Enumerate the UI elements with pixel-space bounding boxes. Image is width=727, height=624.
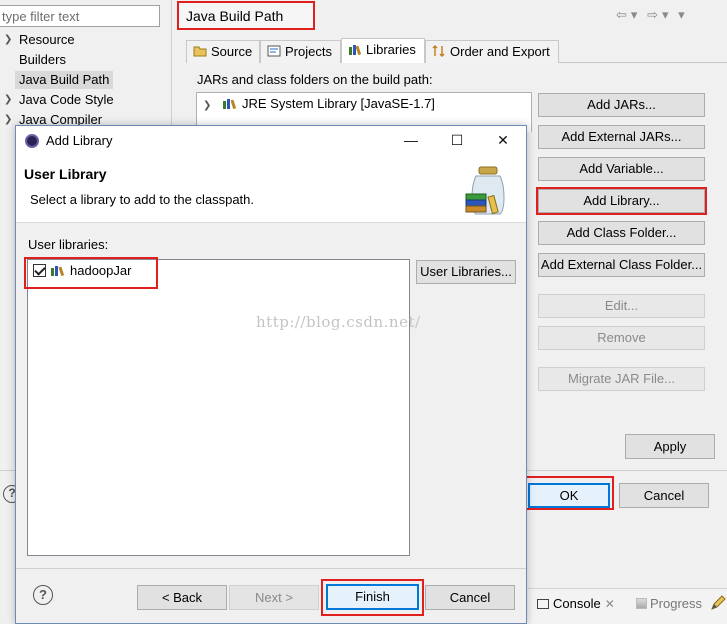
cancel-button[interactable]: Cancel [619, 483, 709, 508]
nav-item-java-build-path[interactable]: Java Build Path [0, 70, 172, 90]
dialog-header: User Library Select a library to add to … [16, 156, 526, 223]
jars-label: JARs and class folders on the build path… [197, 72, 433, 87]
migrate-jar-button[interactable]: Migrate JAR File... [538, 367, 705, 391]
cancel-button[interactable]: Cancel [425, 585, 515, 610]
nav-item-label: Java Build Path [15, 71, 114, 89]
add-jars-button[interactable]: Add JARs... [538, 93, 705, 117]
chevron-right-icon[interactable]: ❯ [4, 30, 12, 50]
dialog-title: Add Library [46, 133, 113, 148]
dialog-footer-divider [16, 568, 526, 569]
ok-button[interactable]: OK [528, 483, 610, 508]
add-variable-button[interactable]: Add Variable... [538, 157, 705, 181]
tab-label: Projects [285, 44, 332, 59]
forward-arrow-icon[interactable]: ⇨ [647, 7, 660, 22]
header-subtitle: Select a library to add to the classpath… [30, 192, 255, 207]
back-menu-icon[interactable]: ▾ [631, 7, 640, 22]
tab-label: Source [211, 44, 253, 59]
watermark-text: http://blog.csdn.net/ [256, 313, 421, 331]
tree-item-jre-system-library[interactable]: ❯ JRE System Library [JavaSE-1.7] [203, 96, 435, 111]
library-jar-icon [465, 166, 505, 215]
order-export-icon [432, 45, 445, 57]
add-library-dialog: Add Library — ☐ ✕ User Library Select a … [15, 125, 527, 624]
console-label: Console [553, 596, 601, 611]
view-menu-icon[interactable]: ▾ [678, 7, 687, 22]
library-highlight-frame [24, 257, 158, 289]
chevron-right-icon[interactable]: ❯ [4, 110, 12, 130]
next-button[interactable]: Next > [229, 585, 319, 610]
close-icon[interactable]: ✕ [605, 597, 615, 611]
history-nav: ⇦ ▾ ⇨ ▾ ▾ [616, 7, 689, 23]
console-icon [537, 599, 549, 609]
nav-item-builders[interactable]: Builders [0, 50, 172, 70]
filter-input[interactable]: type filter text [0, 5, 160, 27]
tree-item-label: JRE System Library [JavaSE-1.7] [242, 96, 435, 111]
add-external-class-folder-button[interactable]: Add External Class Folder... [538, 253, 705, 277]
tab-console[interactable]: Console ✕ [537, 596, 615, 611]
nav-item-resource[interactable]: ❯ Resource [0, 30, 172, 50]
apply-button[interactable]: Apply [625, 434, 715, 459]
chevron-right-icon[interactable]: ❯ [203, 100, 211, 111]
project-icon [267, 45, 281, 57]
tab-libraries[interactable]: Libraries [341, 38, 425, 63]
add-class-folder-button[interactable]: Add Class Folder... [538, 221, 705, 245]
pencil-icon[interactable] [710, 595, 727, 611]
library-icon [223, 99, 237, 109]
maximize-icon[interactable]: ☐ [434, 126, 480, 156]
progress-icon [636, 598, 647, 609]
tab-progress[interactable]: Progress [636, 596, 702, 611]
forward-menu-icon[interactable]: ▾ [662, 7, 671, 22]
folder-source-icon [193, 46, 207, 57]
tab-order-and-export[interactable]: Order and Export [425, 40, 559, 63]
help-icon[interactable]: ? [33, 585, 53, 605]
remove-button[interactable]: Remove [538, 326, 705, 350]
libraries-icon [349, 45, 362, 55]
edit-button[interactable]: Edit... [538, 294, 705, 318]
add-library-button[interactable]: Add Library... [536, 187, 707, 215]
tab-label: Order and Export [450, 44, 550, 59]
progress-label: Progress [650, 596, 703, 611]
close-icon[interactable]: ✕ [480, 126, 526, 156]
page-title: Java Build Path [177, 1, 315, 30]
finish-button[interactable]: Finish [326, 584, 419, 610]
chevron-right-icon[interactable]: ❯ [4, 90, 12, 110]
tab-source[interactable]: Source [186, 40, 260, 63]
dialog-titlebar[interactable]: Add Library — ☐ ✕ [16, 126, 526, 156]
nav-item-label: Resource [19, 32, 75, 47]
header-title: User Library [24, 166, 107, 182]
back-arrow-icon[interactable]: ⇦ [616, 7, 629, 22]
eclipse-icon [25, 134, 39, 148]
properties-nav-tree: ❯ Resource Builders Java Build Path ❯ Ja… [0, 30, 172, 130]
add-external-jars-button[interactable]: Add External JARs... [538, 125, 705, 149]
nav-item-java-code-style[interactable]: ❯ Java Code Style [0, 90, 172, 110]
user-libraries-list[interactable] [27, 259, 410, 556]
back-button[interactable]: < Back [137, 585, 227, 610]
tab-projects[interactable]: Projects [260, 40, 341, 63]
user-libraries-button[interactable]: User Libraries... [416, 260, 516, 284]
nav-item-label: Builders [19, 52, 66, 67]
minimize-icon[interactable]: — [388, 126, 434, 156]
tab-label: Libraries [366, 42, 416, 57]
nav-item-label: Java Code Style [19, 92, 114, 107]
user-libraries-label: User libraries: [28, 237, 109, 252]
